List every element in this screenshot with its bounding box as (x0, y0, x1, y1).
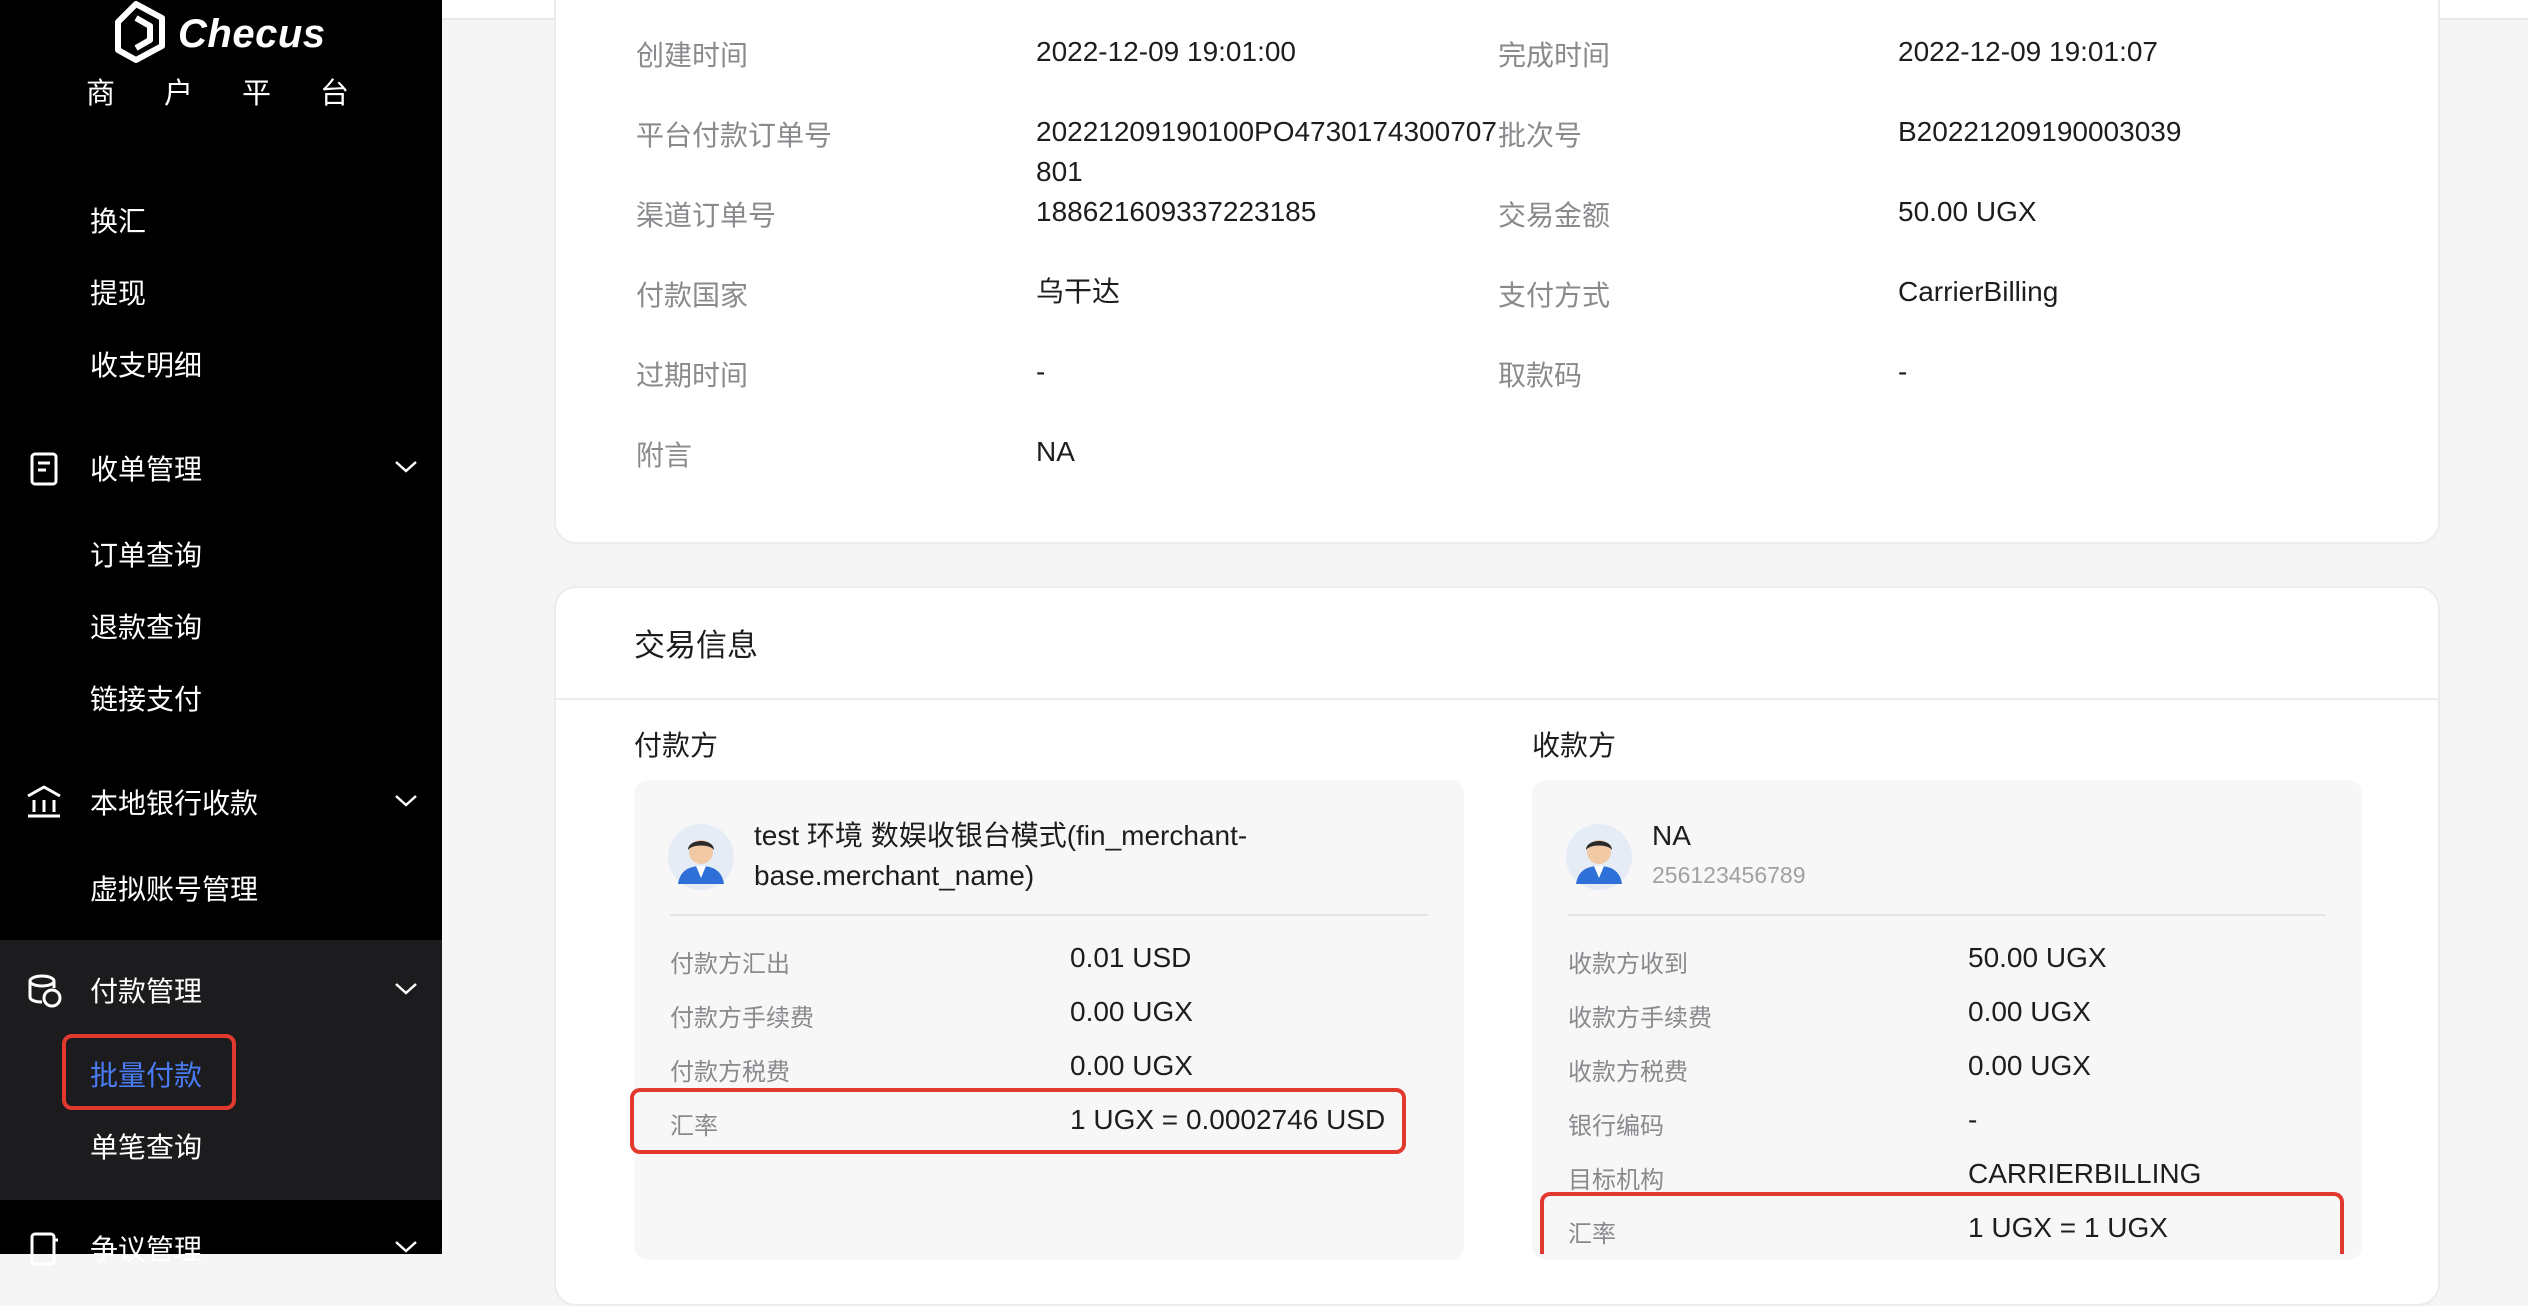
coins-icon (28, 974, 62, 1008)
brand-subtitle: 商户平台 (86, 78, 399, 110)
sidebar-item-withdraw[interactable]: 提现 (90, 272, 146, 312)
payee-phone: 256123456789 (1652, 862, 1806, 888)
info-label: 渠道订单号 (636, 200, 777, 231)
info-label: 附言 (636, 440, 693, 471)
chevron-down-icon (395, 1241, 417, 1253)
sidebar-group-label: 争议管理 (90, 1234, 203, 1265)
avatar-icon (668, 824, 734, 890)
info-value: B20221209190003039 (1898, 116, 2182, 147)
payee-name: NA (1652, 820, 1691, 851)
info-value: CarrierBilling (1898, 276, 2059, 307)
info-label: 取款码 (1498, 360, 1583, 391)
info-label: 创建时间 (636, 40, 749, 71)
payee-row-value: - (1968, 1104, 1978, 1135)
sidebar-item-order-query[interactable]: 订单查询 (90, 534, 202, 574)
payee-row-value: 50.00 UGX (1968, 942, 2107, 973)
payee-row-value: CARRIERBILLING (1968, 1158, 2202, 1189)
bank-icon (27, 785, 61, 818)
sidebar: Checus 商户平台 换汇 提现 收支明细 收单管理 订单查询 退款查询 链接… (0, 0, 442, 1266)
payer-row-label: 付款方税费 (670, 1059, 790, 1086)
chevron-down-icon (395, 983, 417, 995)
payer-title: 付款方 (634, 730, 719, 761)
dispute-icon (30, 1232, 58, 1266)
sidebar-group-label: 付款管理 (90, 976, 203, 1007)
sidebar-group-local-bank[interactable]: 本地银行收款 (0, 764, 442, 836)
info-value: NA (1036, 436, 1075, 467)
payer-row-value: 0.01 USD (1070, 942, 1192, 973)
payee-title: 收款方 (1532, 730, 1617, 761)
info-label: 过期时间 (636, 360, 749, 391)
payer-row-label: 付款方手续费 (670, 1005, 814, 1032)
sidebar-item-statement[interactable]: 收支明细 (90, 344, 202, 384)
section-divider (556, 698, 2438, 700)
chevron-down-icon (395, 461, 417, 473)
info-value: 50.00 UGX (1898, 196, 2037, 227)
payee-row-label: 银行编码 (1568, 1113, 1664, 1140)
info-label: 支付方式 (1498, 280, 1611, 311)
info-value: - (1898, 356, 1908, 387)
annotation-highlight-box (1540, 1192, 2344, 1254)
payee-row-label: 收款方手续费 (1568, 1005, 1712, 1032)
payer-name: test 环境 数娱收银台模式(fin_merchant-base.mercha… (754, 820, 1248, 891)
sidebar-group-label: 收单管理 (90, 454, 203, 485)
payee-row-label: 收款方收到 (1568, 951, 1688, 978)
sidebar-group-acquiring[interactable]: 收单管理 (0, 430, 442, 502)
info-value: 20221209190100PO4730174300707801 (1036, 116, 1497, 187)
receipt-icon (30, 452, 58, 486)
payee-row-value: 0.00 UGX (1968, 996, 2091, 1027)
sidebar-group-dispute[interactable]: 争议管理 (0, 1210, 442, 1282)
payer-row-value: 0.00 UGX (1070, 1050, 1193, 1081)
info-label: 付款国家 (636, 280, 749, 311)
chevron-down-icon (395, 795, 417, 807)
payer-row-label: 付款方汇出 (670, 951, 790, 978)
info-value: - (1036, 356, 1046, 387)
section-title: 交易信息 (634, 628, 758, 663)
info-label: 交易金额 (1498, 200, 1611, 231)
info-label: 平台付款订单号 (636, 120, 833, 151)
sidebar-item-link-payment[interactable]: 链接支付 (90, 678, 202, 718)
annotation-highlight-box (630, 1088, 1406, 1154)
sidebar-item-virtual-account[interactable]: 虚拟账号管理 (90, 868, 258, 908)
brand-logo[interactable]: Checus 商户平台 (0, 0, 442, 120)
info-value: 188621609337223185 (1036, 196, 1317, 227)
payee-row-label: 目标机构 (1568, 1167, 1664, 1194)
sidebar-group-label: 本地银行收款 (90, 788, 259, 819)
panel-divider (670, 914, 1428, 916)
info-value: 乌干达 (1036, 276, 1121, 307)
panel-divider (1568, 914, 2326, 916)
logo-icon (115, 1, 165, 63)
sidebar-item-single-query[interactable]: 单笔查询 (90, 1126, 202, 1166)
order-info-card (554, 0, 2440, 544)
sidebar-item-refund-query[interactable]: 退款查询 (90, 606, 202, 646)
info-label: 完成时间 (1498, 40, 1611, 71)
payer-row-value: 0.00 UGX (1070, 996, 1193, 1027)
sidebar-group-payout[interactable]: 付款管理 (0, 952, 442, 1024)
info-value: 2022-12-09 19:01:07 (1898, 36, 2158, 67)
sidebar-item-exchange[interactable]: 换汇 (90, 200, 146, 240)
info-label: 批次号 (1498, 120, 1583, 151)
brand-name: Checus (178, 12, 326, 56)
payee-row-label: 收款方税费 (1568, 1059, 1688, 1086)
payee-row-value: 0.00 UGX (1968, 1050, 2091, 1081)
avatar-icon (1566, 824, 1632, 890)
annotation-highlight-box (62, 1034, 236, 1110)
info-value: 2022-12-09 19:01:00 (1036, 36, 1296, 67)
